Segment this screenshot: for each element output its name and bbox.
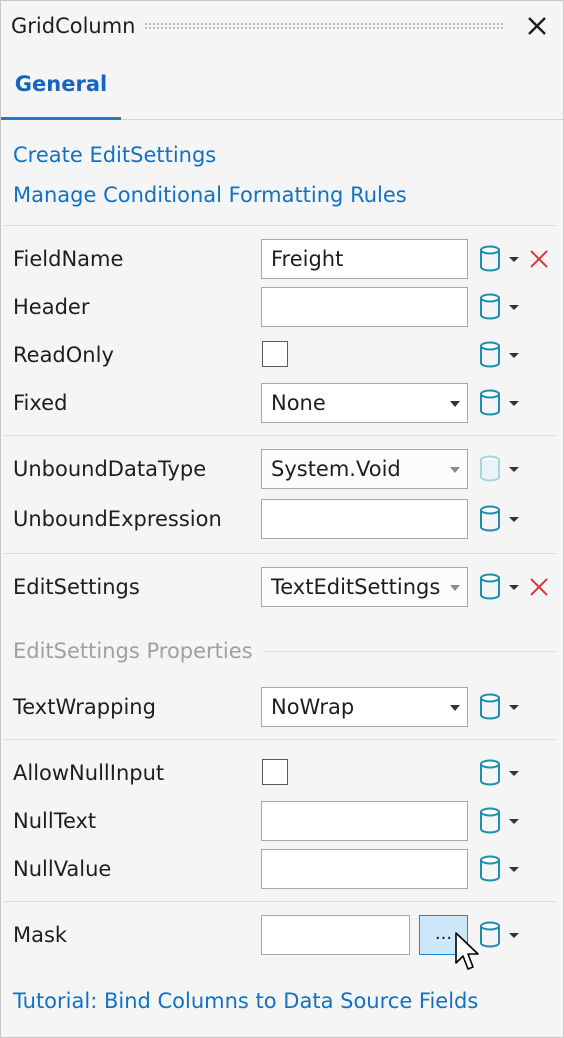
unboundexpression-label: UnboundExpression: [13, 507, 222, 531]
header-label: Header: [13, 295, 90, 319]
row-nulltext: NullText: [1, 799, 563, 843]
gridcolumn-panel: GridColumn General Create EditSettings M…: [0, 0, 564, 1038]
database-icon[interactable]: [477, 245, 503, 273]
nullvalue-input[interactable]: [261, 849, 468, 889]
database-icon[interactable]: [477, 807, 503, 835]
drag-grip[interactable]: [143, 21, 503, 31]
divider: [4, 901, 556, 902]
unbounddatatype-label: UnboundDataType: [13, 457, 207, 481]
chevron-down-icon[interactable]: [507, 461, 521, 477]
nulltext-label: NullText: [13, 809, 97, 833]
database-icon[interactable]: [477, 505, 503, 533]
divider: [4, 553, 556, 554]
nullvalue-label: NullValue: [13, 857, 112, 881]
database-icon[interactable]: [477, 341, 503, 369]
chevron-down-icon[interactable]: [507, 579, 521, 595]
textwrapping-label: TextWrapping: [13, 695, 156, 719]
database-icon[interactable]: [477, 455, 503, 483]
row-unbounddatatype: UnboundDataType System.Void: [1, 447, 563, 491]
fixed-label: Fixed: [13, 391, 68, 415]
dropdown-arrow-icon[interactable]: [450, 467, 460, 473]
row-allownullinput: AllowNullInput: [1, 751, 563, 795]
divider: [4, 435, 556, 436]
mouse-cursor-icon: [455, 932, 479, 970]
database-icon[interactable]: [477, 293, 503, 321]
database-icon[interactable]: [477, 693, 503, 721]
readonly-checkbox[interactable]: [262, 341, 288, 367]
database-icon[interactable]: [477, 573, 503, 601]
fieldname-input[interactable]: Freight: [261, 239, 468, 279]
clear-icon[interactable]: [527, 575, 551, 599]
row-nullvalue: NullValue: [1, 847, 563, 891]
dropdown-arrow-icon[interactable]: [450, 705, 460, 711]
row-fixed: Fixed None: [1, 381, 563, 425]
header-input[interactable]: [261, 287, 468, 327]
chevron-down-icon[interactable]: [507, 347, 521, 363]
chevron-down-icon[interactable]: [507, 511, 521, 527]
allownullinput-checkbox[interactable]: [262, 759, 288, 785]
chevron-down-icon[interactable]: [507, 927, 521, 943]
unboundexpression-input[interactable]: [261, 499, 468, 539]
row-readonly: ReadOnly: [1, 333, 563, 377]
tutorial-link[interactable]: Tutorial: Bind Columns to Data Source Fi…: [13, 989, 478, 1013]
row-textwrapping: TextWrapping NoWrap: [1, 685, 563, 729]
chevron-down-icon[interactable]: [507, 861, 521, 877]
editsettings-properties-heading: EditSettings Properties: [13, 639, 253, 663]
fieldname-label: FieldName: [13, 247, 124, 271]
chevron-down-icon[interactable]: [507, 395, 521, 411]
divider: [4, 225, 556, 226]
title-bar[interactable]: GridColumn: [1, 1, 563, 51]
chevron-down-icon[interactable]: [507, 699, 521, 715]
fixed-combobox[interactable]: None: [261, 383, 468, 423]
row-unboundexpression: UnboundExpression: [1, 497, 563, 541]
allownullinput-label: AllowNullInput: [13, 761, 165, 785]
window-title: GridColumn: [11, 14, 136, 38]
unbounddatatype-combobox[interactable]: System.Void: [261, 449, 468, 489]
row-editsettings: EditSettings TextEditSettings: [1, 565, 563, 609]
textwrapping-value: NoWrap: [271, 695, 355, 719]
textwrapping-combobox[interactable]: NoWrap: [261, 687, 468, 727]
divider: [4, 739, 556, 740]
unbounddatatype-value: System.Void: [271, 457, 401, 481]
database-icon[interactable]: [477, 389, 503, 417]
section-divider: [263, 651, 556, 652]
chevron-down-icon[interactable]: [507, 299, 521, 315]
row-fieldname: FieldName Freight: [1, 237, 563, 281]
tab-general[interactable]: General: [1, 51, 121, 120]
create-editsettings-link[interactable]: Create EditSettings: [13, 143, 216, 167]
editsettings-value: TextEditSettings: [271, 575, 441, 599]
clear-icon[interactable]: [527, 247, 551, 271]
nulltext-input[interactable]: [261, 801, 468, 841]
fixed-value: None: [271, 391, 326, 415]
dropdown-arrow-icon[interactable]: [450, 585, 460, 591]
chevron-down-icon[interactable]: [507, 813, 521, 829]
dropdown-arrow-icon[interactable]: [450, 401, 460, 407]
chevron-down-icon[interactable]: [507, 765, 521, 781]
close-button[interactable]: [517, 6, 557, 46]
database-icon[interactable]: [477, 759, 503, 787]
readonly-label: ReadOnly: [13, 343, 114, 367]
close-icon: [528, 17, 546, 35]
tab-strip: General: [1, 51, 563, 120]
mask-input[interactable]: [261, 915, 410, 955]
chevron-down-icon[interactable]: [507, 251, 521, 267]
editsettings-label: EditSettings: [13, 575, 140, 599]
database-icon[interactable]: [477, 855, 503, 883]
mask-label: Mask: [13, 923, 68, 947]
row-header: Header: [1, 285, 563, 329]
manage-conditional-formatting-link[interactable]: Manage Conditional Formatting Rules: [13, 183, 407, 207]
editsettings-combobox[interactable]: TextEditSettings: [261, 567, 468, 607]
